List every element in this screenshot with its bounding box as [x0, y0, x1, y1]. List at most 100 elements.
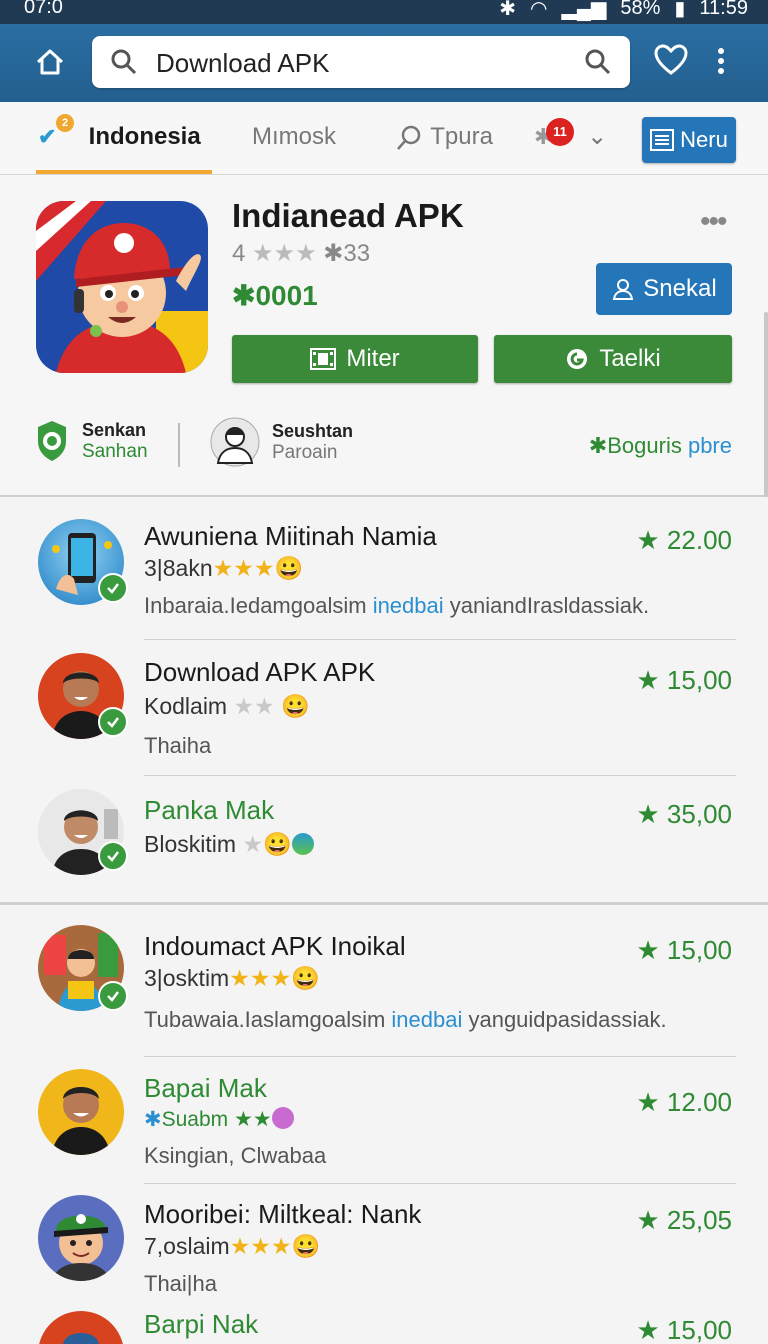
item-title: Download APK APK — [144, 657, 376, 687]
star-icon: ★★★ — [229, 1233, 292, 1259]
list-item[interactable]: Mooribei: Miltkeal: Nank 7,oslaim★★★😀 Th… — [0, 1185, 768, 1305]
item-subtitle: 7,oslaim★★★😀 — [144, 1233, 320, 1260]
google-icon — [567, 349, 588, 369]
list-item[interactable]: Indoumact APK Inoikal 3|osktim★★★😀 Tubaw… — [0, 905, 768, 1057]
more-options-icon[interactable]: ••• — [700, 205, 727, 239]
item-subtitle-text: 7,oslaim — [144, 1233, 230, 1259]
developer-2-name: Seushtan — [272, 420, 354, 441]
item-subtitle: 3|8akn★★★😀 — [144, 555, 303, 582]
item-title: Barpi Nak — [144, 1309, 259, 1339]
developer-1-name: Senkan — [82, 419, 147, 440]
miter-button[interactable]: Miter — [232, 335, 478, 383]
item-subtitle-text: 3|osktim — [144, 965, 230, 991]
battery-icon: ▮ — [674, 0, 686, 20]
download-count: ✱0001 — [232, 279, 318, 312]
verified-icon — [98, 841, 128, 871]
star-icon: ★ — [242, 831, 264, 857]
check-badge-icon: ✔ 2 — [38, 102, 74, 172]
star-icon: ★ — [636, 1205, 660, 1235]
sparkle-icon: ✱ — [144, 1108, 162, 1131]
search-bar[interactable] — [92, 36, 630, 90]
item-description-part-2: inedbai — [391, 1007, 463, 1032]
item-subtitle: 3|osktim★★★😀 — [144, 965, 320, 992]
mascot-icon — [52, 1214, 110, 1281]
item-subtitle-text: Kodlaim — [144, 693, 228, 719]
app-title: Indianead APK — [232, 197, 464, 234]
item-price: ★ 22.00 — [636, 525, 732, 556]
tab-indonesia[interactable]: ✔ 2 Indonesia — [38, 102, 201, 172]
item-price-value: 15,00 — [666, 665, 732, 695]
tab-tpura[interactable]: Tpura — [396, 102, 493, 172]
app-header-card: Indianead APK ••• 4 ★★★ ✱33 ✱0001 Snekal… — [0, 175, 768, 498]
chevron-down-icon: ⌄ — [587, 123, 608, 150]
list-item[interactable]: Download APK APK Kodlaim ★★ 😀 Thaiha ★ 1… — [0, 641, 768, 776]
item-description: Ksingian, Clwabaa — [144, 1143, 327, 1168]
star-icon: ★ — [636, 1087, 660, 1117]
item-description: Thaiha — [144, 733, 212, 758]
item-price-value: 15,00 — [666, 935, 732, 965]
search-icon — [397, 125, 421, 150]
signal-icon: ▂▄▆ — [561, 0, 607, 20]
star-icon: ★ — [636, 935, 660, 965]
person-icon — [63, 1333, 99, 1344]
item-subtitle-text: Suabm — [161, 1108, 229, 1131]
divider — [144, 775, 736, 776]
tab-label: Tpura — [430, 123, 493, 150]
film-icon — [310, 348, 337, 370]
app-bar — [0, 24, 768, 102]
emoji-icon: 😀 — [291, 1233, 321, 1259]
mascot-icon — [36, 201, 208, 373]
item-title: Bapai Mak — [144, 1073, 267, 1103]
active-tab-indicator — [36, 170, 212, 174]
developer-2-sub: Paroain — [272, 441, 338, 463]
taelki-button[interactable]: Taelki — [494, 335, 732, 383]
list-item[interactable]: Awuniena Miitinah Namia 3|8akn★★★😀 Inbar… — [0, 497, 768, 640]
tab-label: Indonesia — [88, 123, 201, 150]
see-more-link-part-2: pbre — [687, 433, 732, 458]
emoji-icon: 😀 — [263, 831, 292, 857]
favorite-button[interactable] — [654, 44, 688, 81]
status-bar: 07:0 ✱ ◠ ▂▄▆ 58% ▮ 11:59 — [0, 0, 768, 24]
app-thumbnail — [38, 1311, 124, 1344]
status-clock: 11:59 — [699, 0, 748, 19]
person-icon — [52, 1087, 110, 1155]
search-input[interactable] — [154, 36, 568, 90]
item-price: ★ 15,00 — [636, 935, 732, 966]
taelki-button-label: Taelki — [599, 345, 661, 372]
developer-2[interactable]: Seushtan Paroain — [210, 417, 353, 467]
list-item[interactable]: Panka Mak Bloskitim ★😀 ★ 35,00 — [0, 777, 768, 897]
list-item[interactable]: Bapai Mak ✱Suabm ★★ Ksingian, Clwabaa ★ … — [0, 1057, 768, 1184]
verified-icon — [98, 573, 128, 603]
star-icon: ★★★ — [229, 965, 292, 991]
item-subtitle-text: Bloskitim — [144, 831, 237, 857]
user-icon — [613, 279, 634, 300]
primary-action-button[interactable]: Snekal — [596, 263, 732, 315]
item-description-part-3: yaniandIrasldassiak. — [443, 593, 650, 618]
list-item[interactable]: Barpi Nak ★ 15,00 — [0, 1301, 768, 1344]
menu-button[interactable]: Neru — [642, 117, 736, 163]
item-title: Indoumact APK Inoikal — [144, 931, 406, 961]
home-button[interactable] — [30, 42, 70, 82]
menu-button-label: Neru — [680, 127, 728, 152]
overflow-menu-button[interactable] — [716, 46, 726, 81]
star-icon: ★★ — [233, 693, 275, 719]
item-price-value: 12.00 — [666, 1087, 732, 1117]
item-price: ★ 25,05 — [636, 1205, 732, 1236]
app-icon[interactable] — [36, 201, 208, 373]
item-title: Awuniena Miitinah Namia — [144, 521, 437, 551]
developer-1[interactable]: Senkan Sanhan — [34, 419, 148, 463]
rating-count: 33 — [343, 240, 371, 267]
item-subtitle-text: 3|8akn — [144, 555, 213, 581]
see-more-link[interactable]: ✱Boguris pbre — [589, 433, 732, 459]
tab-mimosk[interactable]: Mımosk — [252, 102, 336, 172]
verified-icon — [98, 707, 128, 737]
item-description: Inbaraia.Iedamgoalsim inedbai yaniandIra… — [144, 593, 649, 619]
tab-notifications[interactable]: ✱ 11 ⌄ — [534, 102, 607, 172]
app-rating: 4 ★★★ ✱33 — [232, 239, 370, 268]
miter-button-label: Miter — [346, 345, 400, 372]
sparkle-icon: ✱ — [588, 433, 608, 458]
item-price: ★ 35,00 — [636, 799, 732, 830]
app-thumbnail — [38, 1195, 124, 1281]
search-submit-icon[interactable] — [584, 48, 612, 76]
notification-badge: 11 — [546, 118, 574, 146]
